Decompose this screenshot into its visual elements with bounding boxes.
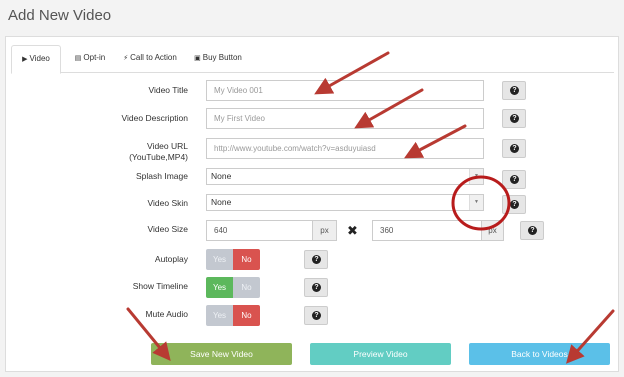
question-icon: ? <box>510 86 519 95</box>
height-unit-addon: px <box>482 220 504 241</box>
question-icon: ? <box>510 144 519 153</box>
tab-label: Opt-in <box>83 53 106 62</box>
mute-audio-toggle[interactable]: Yes No <box>206 305 260 326</box>
video-skin-value: None <box>211 197 232 207</box>
autoplay-no-option[interactable]: No <box>233 249 260 270</box>
list-icon: ▤ <box>74 55 82 62</box>
tab-bar: ▶ Video ▤ Opt-in ⚡ Call to Action ▣ Buy Butt… <box>11 45 614 74</box>
show-timeline-toggle[interactable]: Yes No <box>206 277 260 298</box>
save-new-video-button[interactable]: Save New Video <box>151 343 292 365</box>
question-icon: ? <box>528 226 537 235</box>
autoplay-yes-option[interactable]: Yes <box>206 249 233 270</box>
question-icon: ? <box>510 114 519 123</box>
chevron-down-icon: ▼ <box>469 169 483 184</box>
chevron-down-icon: ▼ <box>469 195 483 210</box>
video-url-help-button[interactable]: ? <box>502 139 526 158</box>
autoplay-help-button[interactable]: ? <box>304 250 328 269</box>
tab-label: Buy Button <box>202 53 242 62</box>
mute-audio-no-option[interactable]: No <box>233 305 260 326</box>
mute-audio-yes-option[interactable]: Yes <box>206 305 233 326</box>
video-url-label-line2: (YouTube,MP4) <box>129 152 188 162</box>
show-timeline-yes-option[interactable]: Yes <box>206 277 233 298</box>
mute-audio-label: Mute Audio <box>145 309 188 319</box>
video-size-help-button[interactable]: ? <box>520 221 544 240</box>
splash-image-help-button[interactable]: ? <box>502 170 526 189</box>
video-title-label: Video Title <box>148 85 188 95</box>
back-to-videos-button[interactable]: Back to Videos <box>469 343 610 365</box>
video-url-input[interactable] <box>206 138 484 159</box>
width-unit-addon: px <box>313 220 337 241</box>
video-skin-select[interactable]: None ▼ <box>206 194 484 211</box>
question-icon: ? <box>510 175 519 184</box>
show-timeline-no-option[interactable]: No <box>233 277 260 298</box>
video-description-help-button[interactable]: ? <box>502 109 526 128</box>
autoplay-toggle[interactable]: Yes No <box>206 249 260 270</box>
tab-label: Video <box>29 54 50 63</box>
question-icon: ? <box>312 311 321 320</box>
tab-video[interactable]: ▶ Video <box>11 45 61 74</box>
tab-buy-button[interactable]: ▣ Buy Button <box>187 45 249 73</box>
video-url-label-line1: Video URL <box>147 141 188 151</box>
play-circle-icon: ▶ <box>22 56 28 63</box>
video-skin-help-button[interactable]: ? <box>502 195 526 214</box>
splash-image-label: Splash Image <box>136 171 188 181</box>
video-url-label: Video URL (YouTube,MP4) <box>48 141 188 163</box>
video-description-input[interactable] <box>206 108 484 129</box>
video-height-input[interactable] <box>372 220 482 241</box>
video-title-input[interactable] <box>206 80 484 101</box>
question-icon: ? <box>510 200 519 209</box>
video-size-label: Video Size <box>147 224 188 234</box>
times-icon: ✖ <box>347 223 358 238</box>
mute-audio-help-button[interactable]: ? <box>304 306 328 325</box>
tab-opt-in[interactable]: ▤ Opt-in <box>66 45 114 73</box>
video-skin-label: Video Skin <box>147 198 188 208</box>
money-icon: ▣ <box>194 55 201 62</box>
video-width-input[interactable] <box>206 220 313 241</box>
bolt-icon: ⚡ <box>123 55 129 62</box>
show-timeline-label: Show Timeline <box>132 281 188 291</box>
video-description-label: Video Description <box>121 113 188 123</box>
tab-call-to-action[interactable]: ⚡ Call to Action <box>117 45 183 73</box>
tab-label: Call to Action <box>130 53 177 62</box>
show-timeline-help-button[interactable]: ? <box>304 278 328 297</box>
preview-video-button[interactable]: Preview Video <box>310 343 451 365</box>
autoplay-label: Autoplay <box>154 254 188 264</box>
question-icon: ? <box>312 255 321 264</box>
question-icon: ? <box>312 283 321 292</box>
splash-image-value: None <box>211 171 232 181</box>
splash-image-select[interactable]: None ▼ <box>206 168 484 185</box>
video-title-help-button[interactable]: ? <box>502 81 526 100</box>
page-title: Add New Video <box>8 7 112 24</box>
